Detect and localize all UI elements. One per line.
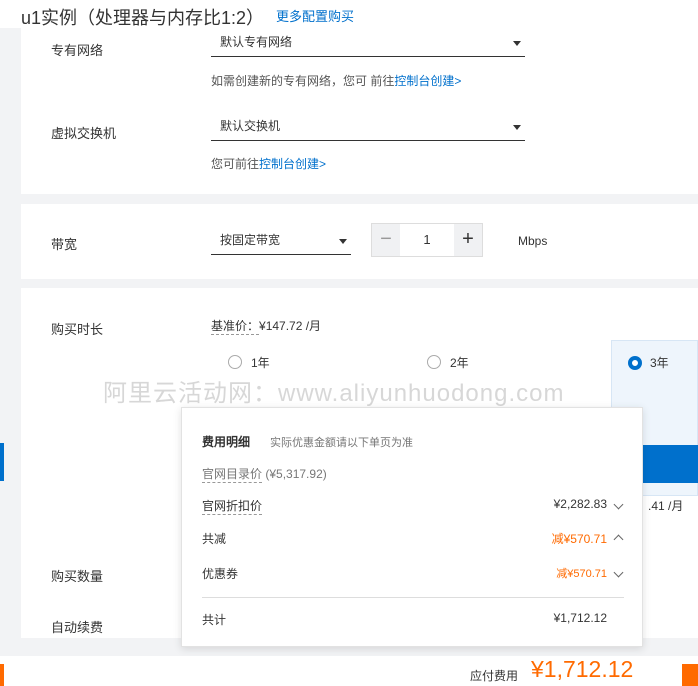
duration-3y-monthly: .41 /月 <box>648 499 684 513</box>
bandwidth-mode-select[interactable]: 按固定带宽 <box>211 225 351 255</box>
duration-2y-label[interactable]: 2年 <box>450 354 469 371</box>
bandwidth-mode-value: 按固定带宽 <box>220 233 281 247</box>
coupon-label: 优惠券 <box>202 567 239 581</box>
list-price-row: 官网目录价 (¥5,317.92) <box>202 465 327 483</box>
duration-2y-radio[interactable] <box>427 355 441 369</box>
watermark-text: 阿里云活动网：www.aliyunhuodong.com <box>103 380 565 407</box>
pay-value: ¥1,712.12 <box>531 656 634 682</box>
buy-button-edge[interactable] <box>682 664 698 686</box>
list-price-label: 官网目录价 <box>202 467 263 483</box>
network-card: 专有网络 默认专有网络 如需创建新的专有网络，您可 前往控制台创建> 虚拟交换机… <box>21 28 698 194</box>
left-accent-bar <box>0 443 4 481</box>
duration-3y-label[interactable]: 3年 <box>650 354 669 371</box>
total-label: 共计 <box>202 613 227 627</box>
divider <box>202 597 624 598</box>
bandwidth-card: 带宽 按固定带宽 − 1 + Mbps <box>21 204 698 279</box>
vswitch-select[interactable]: 默认交换机 <box>211 112 525 141</box>
base-price-label: 基准价： <box>211 319 260 335</box>
bandwidth-stepper: − 1 + <box>371 223 483 257</box>
total-value: ¥1,712.12 <box>553 611 607 625</box>
chevron-down-icon[interactable] <box>613 499 624 510</box>
reduction-value: 减¥570.71 <box>551 532 607 546</box>
fee-detail-subtitle: 实际优惠金额请以下单页为准 <box>270 437 413 449</box>
discount-price-label-wrap: 官网折扣价 <box>202 497 263 515</box>
chevron-down-icon[interactable] <box>613 567 624 578</box>
pay-label: 应付费用 <box>470 669 519 683</box>
footer-bar: 应付费用 ¥1,712.12 <box>0 656 698 686</box>
discount-price-label: 官网折扣价 <box>202 499 263 515</box>
fee-detail-popover: 费用明细 实际优惠金额请以下单页为准 官网目录价 (¥5,317.92) 官网折… <box>181 407 643 647</box>
vpc-select-value: 默认专有网络 <box>220 35 293 49</box>
chevron-down-icon <box>513 41 521 46</box>
coupon-value: 减¥570.71 <box>556 568 607 580</box>
vpc-label: 专有网络 <box>51 43 104 58</box>
base-price: 基准价：¥147.72 /月 <box>211 317 322 335</box>
chevron-down-icon <box>339 239 347 244</box>
auto-renew-label: 自动续费 <box>51 620 104 635</box>
vpc-create-link[interactable]: 控制台创建> <box>394 74 461 88</box>
footer-left-accent <box>0 664 4 686</box>
reduction-label: 共减 <box>202 532 227 546</box>
list-price-value: (¥5,317.92) <box>265 467 327 481</box>
page-header: u1实例（处理器与内存比1:2） 更多配置购买 <box>0 0 698 28</box>
page-title: u1实例（处理器与内存比1:2） <box>21 8 265 28</box>
duration-1y-radio[interactable] <box>228 355 242 369</box>
vpc-hint: 如需创建新的专有网络，您可 前往控制台创建> <box>211 72 461 89</box>
vswitch-select-value: 默认交换机 <box>220 119 281 133</box>
bandwidth-unit: Mbps <box>518 234 548 248</box>
vswitch-hint: 您可前往控制台创建> <box>211 155 326 172</box>
chevron-down-icon <box>513 125 521 130</box>
chevron-up-icon[interactable] <box>613 534 624 545</box>
duration-3y-radio[interactable] <box>628 356 642 370</box>
bandwidth-label: 带宽 <box>51 237 78 252</box>
plus-button[interactable]: + <box>454 224 482 256</box>
more-config-link[interactable]: 更多配置购买 <box>276 6 354 25</box>
duration-label: 购买时长 <box>51 322 104 337</box>
vpc-hint-text: 如需创建新的专有网络，您可 前往 <box>211 74 395 88</box>
duration-1y-label[interactable]: 1年 <box>251 354 270 371</box>
quantity-label: 购买数量 <box>51 569 104 584</box>
vswitch-hint-text: 您可前往 <box>211 157 260 171</box>
discount-price-value: ¥2,282.83 <box>553 497 607 511</box>
bandwidth-value[interactable]: 1 <box>400 224 454 256</box>
vswitch-create-link[interactable]: 控制台创建> <box>259 157 326 171</box>
minus-button[interactable]: − <box>372 224 400 256</box>
vpc-select[interactable]: 默认专有网络 <box>211 28 525 57</box>
vswitch-label: 虚拟交换机 <box>51 126 117 141</box>
base-price-value: ¥147.72 /月 <box>259 319 322 333</box>
fee-detail-title: 费用明细 <box>202 435 251 449</box>
